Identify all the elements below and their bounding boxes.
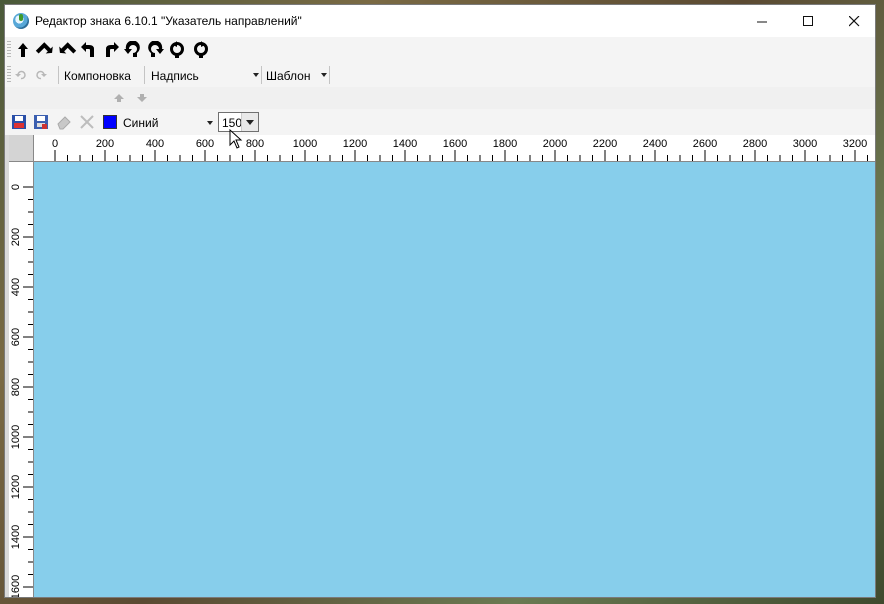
move-toolbar <box>5 87 875 109</box>
close-button[interactable] <box>831 5 875 37</box>
layout-menu-button[interactable]: Компоновка <box>64 69 131 83</box>
ruler-label: 200 <box>10 228 22 246</box>
sign-canvas[interactable] <box>34 162 875 597</box>
app-window: Редактор знака 6.10.1 "Указатель направл… <box>4 4 876 598</box>
mouse-cursor-icon <box>229 129 243 149</box>
save-as-icon[interactable] <box>33 114 49 130</box>
ruler-label: 1000 <box>293 138 317 150</box>
arrow-up-icon[interactable] <box>13 41 33 59</box>
ruler-label: 400 <box>146 138 164 150</box>
ruler-label: 600 <box>10 328 22 346</box>
arrow-round-right-icon[interactable] <box>145 41 165 59</box>
minimize-icon <box>756 21 767 23</box>
arrow-u-right-icon[interactable] <box>101 41 121 59</box>
arrows-toolbar <box>5 37 875 63</box>
color-dropdown[interactable]: Синий <box>123 116 158 130</box>
ruler-label: 2800 <box>743 138 767 150</box>
minimize-button[interactable] <box>739 5 785 37</box>
ruler-label: 1400 <box>393 138 417 150</box>
ruler-label: 600 <box>196 138 214 150</box>
toolbar-separator <box>58 66 59 84</box>
ruler-label: 800 <box>10 378 22 396</box>
ruler-label: 1200 <box>343 138 367 150</box>
arrow-round-return-icon[interactable] <box>191 41 211 59</box>
tools-toolbar: Синий 150 <box>5 109 875 135</box>
chevron-down-icon[interactable] <box>253 73 259 77</box>
arrow-round-left-icon[interactable] <box>123 41 143 59</box>
toolbar-grip[interactable] <box>7 66 11 84</box>
ruler-label: 2600 <box>693 138 717 150</box>
app-logo-icon <box>13 13 29 29</box>
arrow-round-up-icon[interactable] <box>167 41 187 59</box>
vertical-ruler: 0 200 400 600 800 1000 1200 1400 1600 <box>9 162 34 598</box>
close-icon <box>848 15 859 27</box>
ruler-label: 1000 <box>10 425 22 449</box>
maximize-icon <box>802 16 813 26</box>
template-dropdown[interactable]: Шаблон <box>266 69 310 83</box>
toolbar-separator <box>261 66 262 84</box>
caption-dropdown[interactable]: Надпись <box>151 69 199 83</box>
ruler-label: 2400 <box>643 138 667 150</box>
ruler-label: 2200 <box>593 138 617 150</box>
chevron-down-icon <box>246 120 254 125</box>
ruler-label: 1200 <box>10 475 22 499</box>
zoom-dropdown-button[interactable] <box>241 113 258 131</box>
maximize-button[interactable] <box>785 5 831 37</box>
delete-icon[interactable] <box>79 114 95 130</box>
window-title: Редактор знака 6.10.1 "Указатель направл… <box>35 14 302 28</box>
ruler-label: 3000 <box>793 138 817 150</box>
title-bar[interactable]: Редактор знака 6.10.1 "Указатель направл… <box>5 5 875 37</box>
ruler-label: 1400 <box>10 525 22 549</box>
arrow-left-turn-icon[interactable] <box>57 41 77 59</box>
ruler-label: 400 <box>10 278 22 296</box>
ruler-label: 1800 <box>493 138 517 150</box>
arrow-u-left-icon[interactable] <box>79 41 99 59</box>
color-swatch[interactable] <box>103 115 117 129</box>
ruler-label: 2000 <box>543 138 567 150</box>
toolbar-separator <box>329 66 330 84</box>
ruler-label: 3200 <box>843 138 867 150</box>
move-up-icon[interactable] <box>113 93 125 103</box>
ruler-label: 1600 <box>10 575 22 598</box>
zoom-value: 150 <box>222 116 243 130</box>
ruler-label: 0 <box>10 184 22 190</box>
chevron-down-icon[interactable] <box>321 73 327 77</box>
ruler-label: 200 <box>96 138 114 150</box>
chevron-down-icon[interactable] <box>207 121 213 125</box>
ruler-corner <box>9 135 34 162</box>
undo-icon[interactable] <box>15 69 27 81</box>
save-icon[interactable] <box>11 114 27 130</box>
layout-toolbar: Компоновка Надпись Шаблон <box>5 63 875 87</box>
ruler-label: 1600 <box>443 138 467 150</box>
arrow-right-turn-icon[interactable] <box>35 41 55 59</box>
move-down-icon[interactable] <box>136 93 148 103</box>
eraser-icon[interactable] <box>56 114 72 130</box>
ruler-label: 800 <box>246 138 264 150</box>
toolbar-grip[interactable] <box>7 41 11 59</box>
redo-icon[interactable] <box>35 69 47 81</box>
horizontal-ruler: 0 200 400 600 800 1000 1200 1400 1600 1800 2000 220… <box>34 135 875 162</box>
ruler-label: 0 <box>52 138 58 150</box>
toolbar-separator <box>144 66 145 84</box>
